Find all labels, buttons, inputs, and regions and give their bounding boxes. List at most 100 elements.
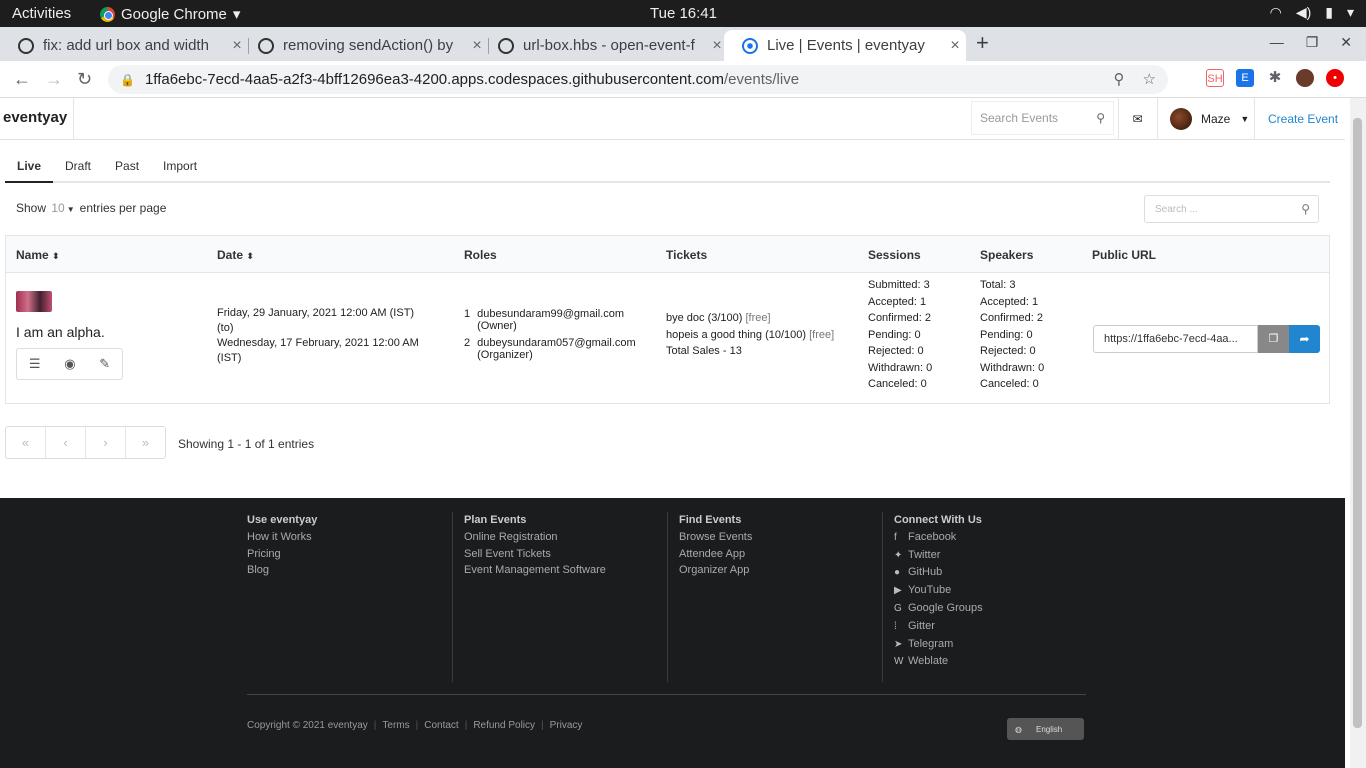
- browser-tab[interactable]: fix: add url box and width ×: [0, 30, 249, 61]
- maximize-icon[interactable]: ❐: [1306, 34, 1319, 51]
- tab-live[interactable]: Live: [5, 153, 54, 183]
- search-icon[interactable]: ⚲: [1301, 202, 1310, 216]
- search-events-input[interactable]: Search Events ⚲: [971, 101, 1114, 135]
- tab-past[interactable]: Past: [103, 153, 151, 181]
- column-name[interactable]: Name ⬍: [16, 248, 60, 262]
- footer-link-privacy[interactable]: Privacy: [550, 720, 583, 731]
- footer-link[interactable]: Browse Events: [679, 529, 882, 546]
- footer-link-telegram[interactable]: ➤ Telegram: [894, 636, 1097, 654]
- eye-icon[interactable]: ◉: [64, 356, 75, 372]
- facebook-icon: f: [894, 531, 897, 543]
- footer-link-refund[interactable]: Refund Policy: [473, 720, 535, 731]
- address-bar[interactable]: 🔒 1ffa6ebc-7ecd-4aa5-a2f3-4bff12696ea3-4…: [108, 65, 1168, 94]
- brand-logo[interactable]: eventyay: [3, 109, 67, 126]
- search-icon[interactable]: ⚲: [1096, 111, 1105, 125]
- footer-link-google-groups[interactable]: G Google Groups: [894, 600, 1097, 618]
- forward-icon[interactable]: →: [45, 69, 63, 90]
- clock[interactable]: Tue 16:41: [650, 5, 717, 22]
- next-page-button[interactable]: ›: [86, 427, 126, 458]
- table-search-input[interactable]: Search ... ⚲: [1144, 195, 1319, 223]
- footer-link-gitter[interactable]: ⁞ Gitter: [894, 618, 1097, 636]
- footer-link[interactable]: Pricing: [247, 546, 462, 563]
- close-icon[interactable]: ×: [944, 37, 966, 55]
- youtube-icon: ▶: [894, 585, 902, 597]
- user-name: Maze: [1201, 112, 1231, 126]
- footer-link-twitter[interactable]: ✦ Twitter: [894, 547, 1097, 565]
- footer-link-facebook[interactable]: f Facebook: [894, 529, 1097, 547]
- profile-avatar[interactable]: [1296, 69, 1314, 87]
- caret-down-icon[interactable]: ▼: [67, 205, 75, 214]
- page-scrollbar[interactable]: [1350, 98, 1366, 768]
- lock-icon: 🔒: [120, 72, 135, 87]
- footer-column: Connect With Us f Facebook ✦ Twitter ● GitH…: [882, 512, 1097, 682]
- event-speakers: Total: 3 Accepted: 1 Confirmed: 2 Pending: …: [980, 279, 1045, 390]
- url-path: /events/live: [724, 71, 800, 88]
- footer-link-contact[interactable]: Contact: [424, 720, 458, 731]
- back-icon[interactable]: ←: [13, 69, 31, 90]
- mail-icon: ✉: [1132, 112, 1143, 126]
- url-host: 1ffa6ebc-7ecd-4aa5-a2f3-4bff12696ea3-420…: [144, 71, 724, 88]
- telegram-icon: ➤: [894, 638, 903, 650]
- footer-link[interactable]: Event Management Software: [464, 562, 667, 579]
- public-url-field[interactable]: https://1ffa6ebc-7ecd-4aa...: [1093, 325, 1258, 353]
- language-selector[interactable]: ◍ English: [1007, 718, 1084, 740]
- create-event-button[interactable]: Create Event: [1254, 98, 1345, 140]
- puzzle-icon[interactable]: ✱: [1266, 69, 1284, 87]
- caret-down-icon: ▾: [1346, 4, 1354, 20]
- eventyay-icon: [742, 37, 758, 54]
- tab-title: Live | Events | eventyay: [767, 37, 925, 54]
- browser-tab-active[interactable]: Live | Events | eventyay ×: [724, 30, 966, 61]
- footer-link[interactable]: Sell Event Tickets: [464, 546, 667, 563]
- close-window-icon[interactable]: ✕: [1340, 34, 1352, 51]
- footer-link[interactable]: Attendee App: [679, 546, 882, 563]
- activities-button[interactable]: Activities: [12, 5, 71, 22]
- browser-tab[interactable]: url-box.hbs - open-event-f ×: [480, 30, 728, 61]
- entries-select[interactable]: 10: [51, 201, 64, 215]
- system-tray[interactable]: ◠ ◀) ▮ ▾: [1270, 4, 1354, 21]
- first-page-button[interactable]: «: [6, 427, 46, 458]
- event-name[interactable]: I am an alpha.: [16, 324, 105, 340]
- footer-link-youtube[interactable]: ▶ YouTube: [894, 582, 1097, 600]
- new-tab-button[interactable]: +: [976, 30, 989, 56]
- public-url-box: https://1ffa6ebc-7ecd-4aa... ❐ ➦: [1093, 325, 1320, 353]
- footer-link[interactable]: How it Works: [247, 529, 462, 546]
- chrome-icon: [100, 6, 115, 22]
- os-top-bar: Activities Google Chrome ▾ Tue 16:41 ◠ ◀) ▮…: [0, 0, 1366, 27]
- reload-icon[interactable]: ↻: [77, 69, 92, 90]
- user-menu[interactable]: Maze ▼: [1157, 98, 1253, 140]
- copy-icon[interactable]: ❐: [1258, 325, 1289, 353]
- extension-icon[interactable]: E: [1236, 69, 1254, 87]
- volume-icon: ◀): [1295, 4, 1312, 20]
- footer-link-github[interactable]: ● GitHub: [894, 564, 1097, 582]
- extension-icon[interactable]: •: [1326, 69, 1344, 87]
- share-icon[interactable]: ➦: [1289, 325, 1320, 353]
- showing-entries: Showing 1 - 1 of 1 entries: [178, 437, 315, 451]
- notifications-button[interactable]: ✉: [1118, 98, 1156, 140]
- minimize-icon[interactable]: —: [1270, 34, 1284, 51]
- prev-page-button[interactable]: ‹: [46, 427, 86, 458]
- list-icon[interactable]: ☰: [29, 356, 41, 372]
- tab-import[interactable]: Import: [151, 153, 209, 181]
- scrollbar-thumb[interactable]: [1353, 118, 1362, 728]
- footer-link[interactable]: Organizer App: [679, 562, 882, 579]
- footer-link[interactable]: Online Registration: [464, 529, 667, 546]
- github-icon: ●: [894, 567, 901, 579]
- caret-down-icon: ▾: [232, 6, 241, 23]
- tab-draft[interactable]: Draft: [53, 153, 103, 181]
- app-menu[interactable]: Google Chrome ▾: [100, 5, 240, 23]
- footer-link-terms[interactable]: Terms: [382, 720, 409, 731]
- last-page-button[interactable]: »: [126, 427, 165, 458]
- search-placeholder: Search Events: [980, 111, 1059, 125]
- event-thumbnail[interactable]: [16, 291, 52, 312]
- browser-tab[interactable]: removing sendAction() by ×: [240, 30, 489, 61]
- column-date[interactable]: Date ⬍: [217, 248, 254, 262]
- zoom-icon[interactable]: ⚲: [1114, 70, 1125, 88]
- footer-link-weblate[interactable]: W Weblate: [894, 653, 1097, 671]
- footer-link[interactable]: Blog: [247, 562, 462, 579]
- column-speakers: Speakers: [980, 248, 1034, 262]
- extension-icon[interactable]: SH: [1206, 69, 1224, 87]
- bookmark-star-icon[interactable]: ☆: [1143, 70, 1156, 88]
- event-sessions: Submitted: 3 Accepted: 1 Confirmed: 2 Pendi…: [868, 279, 933, 390]
- edit-icon[interactable]: ✎: [99, 356, 110, 372]
- events-table: Name ⬍ Date ⬍ Roles Tickets Sessions Spe…: [5, 235, 1330, 404]
